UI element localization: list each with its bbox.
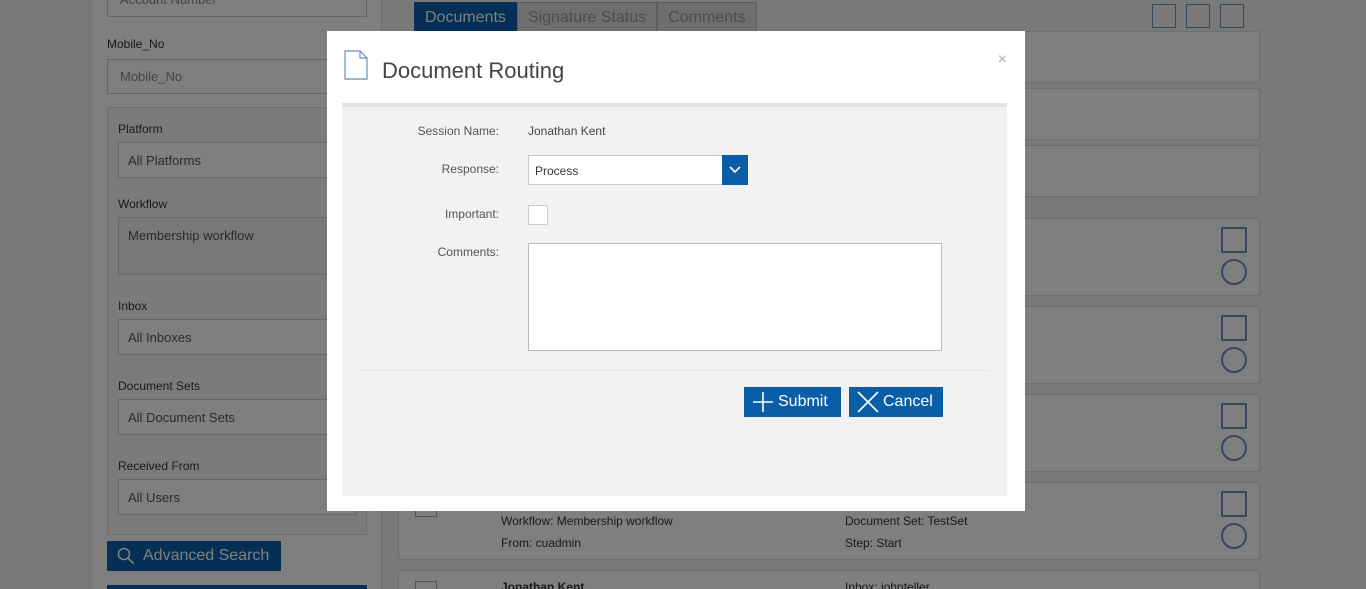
response-label: Response: <box>441 162 499 176</box>
submit-label: Submit <box>778 393 828 410</box>
cancel-label: Cancel <box>883 393 933 410</box>
cancel-button[interactable]: Cancel <box>849 387 943 417</box>
close-x-icon <box>857 391 879 413</box>
important-label: Important: <box>444 207 499 221</box>
dialog-title: Document Routing <box>382 58 565 83</box>
important-checkbox[interactable] <box>528 205 548 225</box>
comments-label: Comments: <box>437 245 499 259</box>
response-selected-value: Process <box>535 164 579 178</box>
submit-button[interactable]: Submit <box>744 387 841 417</box>
close-icon[interactable]: × <box>998 51 1007 69</box>
dialog-header: Document Routing × <box>327 31 1025 103</box>
footer-divider <box>360 370 990 371</box>
session-name-label: Session Name: <box>417 124 499 138</box>
response-select[interactable]: Process <box>528 155 748 185</box>
comments-textarea[interactable] <box>528 243 942 351</box>
dialog-body: Session Name: Jonathan Kent Response: Pr… <box>342 103 1007 496</box>
plus-icon <box>753 392 773 412</box>
chevron-down-icon[interactable] <box>722 155 748 185</box>
document-icon <box>344 50 368 80</box>
session-name-value: Jonathan Kent <box>528 124 606 138</box>
document-routing-dialog: Document Routing × Session Name: Jonatha… <box>327 31 1025 511</box>
